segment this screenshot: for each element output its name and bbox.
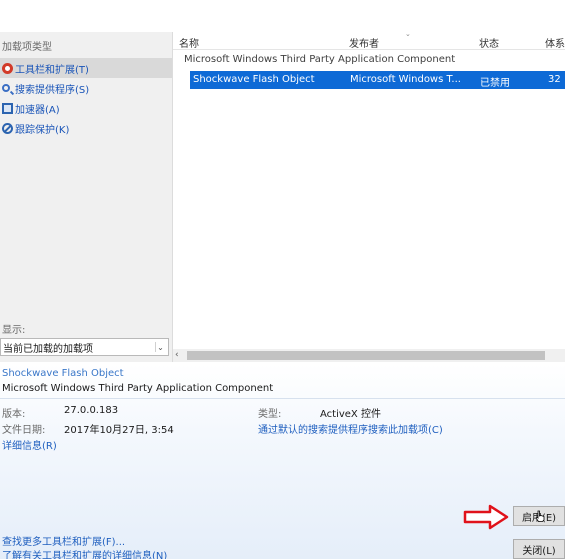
version-label: 版本:	[2, 409, 26, 420]
table-row[interactable]: Shockwave Flash Object Microsoft Windows…	[190, 71, 565, 89]
details-addon-name: Shockwave Flash Object	[2, 368, 124, 379]
sidebar-item-label: 工具栏和扩展(T)	[15, 64, 89, 76]
show-label: 显示:	[2, 325, 26, 336]
sidebar-item-tracking-protection[interactable]: 跟踪保护(K)	[0, 118, 172, 138]
find-more-link[interactable]: 查找更多工具栏和扩展(F)...	[2, 533, 125, 548]
row-status: 已禁用	[480, 78, 510, 89]
details-separator	[0, 398, 565, 399]
show-dropdown[interactable]: 当前已加载的加载项 ⌄	[0, 338, 169, 356]
sidebar-item-search-providers[interactable]: 搜索提供程序(S)	[0, 78, 172, 98]
gear-icon	[2, 62, 13, 74]
chevron-down-icon: ⌄	[155, 342, 165, 352]
sidebar-item-label: 搜索提供程序(S)	[15, 84, 90, 96]
pane-divider[interactable]	[172, 32, 173, 362]
search-addon-link[interactable]: 通过默认的搜索提供程序搜索此加载项(C)	[258, 421, 443, 436]
close-button[interactable]: 关闭(L)	[513, 539, 565, 559]
sidebar-item-toolbars[interactable]: 工具栏和扩展(T)	[0, 58, 172, 78]
scroll-left-icon[interactable]: ‹	[175, 349, 185, 362]
hand-cursor-icon	[535, 510, 545, 522]
type-label: 类型:	[258, 409, 282, 420]
row-publisher: Microsoft Windows T...	[350, 74, 461, 85]
details-publisher: Microsoft Windows Third Party Applicatio…	[2, 383, 274, 394]
column-header-name[interactable]: 名称	[179, 35, 199, 50]
horizontal-scrollbar[interactable]: ‹	[173, 349, 565, 362]
sort-chevron-icon: ⌄	[405, 30, 411, 38]
column-header-publisher[interactable]: 发布者	[349, 35, 379, 50]
row-architecture: 32	[548, 74, 561, 85]
type-value: ActiveX 控件	[320, 409, 381, 420]
version-value: 27.0.0.183	[64, 405, 119, 416]
learn-more-link[interactable]: 了解有关工具栏和扩展的详细信息(N)	[2, 547, 167, 559]
column-header-status[interactable]: 状态	[479, 35, 499, 50]
addon-types-list: 工具栏和扩展(T) 搜索提供程序(S) 加速器(A) 跟踪保护(K)	[0, 58, 172, 138]
table-header: ⌄ 名称 发布者 状态 体系	[173, 30, 565, 50]
group-header: Microsoft Windows Third Party Applicatio…	[184, 54, 456, 65]
sidebar-item-accelerators[interactable]: 加速器(A)	[0, 98, 172, 118]
scrollbar-thumb[interactable]	[187, 351, 545, 360]
search-icon	[2, 84, 10, 92]
addon-types-panel: 加载项类型 工具栏和扩展(T) 搜索提供程序(S) 加速器(A) 跟踪保护(K)…	[0, 32, 172, 362]
date-label: 文件日期:	[2, 425, 46, 436]
date-value: 2017年10月27日, 3:54	[64, 425, 174, 436]
window-top	[0, 0, 565, 32]
row-name: Shockwave Flash Object	[193, 74, 315, 85]
sidebar-item-label: 加速器(A)	[15, 104, 60, 116]
more-info-link[interactable]: 详细信息(R)	[2, 437, 57, 452]
addon-types-title: 加载项类型	[2, 42, 52, 53]
column-header-architecture[interactable]: 体系	[545, 35, 565, 50]
block-icon	[2, 122, 13, 134]
sidebar-item-label: 跟踪保护(K)	[15, 124, 70, 136]
annotation-arrow-icon	[463, 504, 509, 530]
show-dropdown-value: 当前已加载的加载项	[3, 343, 93, 355]
accelerator-icon	[2, 102, 13, 114]
